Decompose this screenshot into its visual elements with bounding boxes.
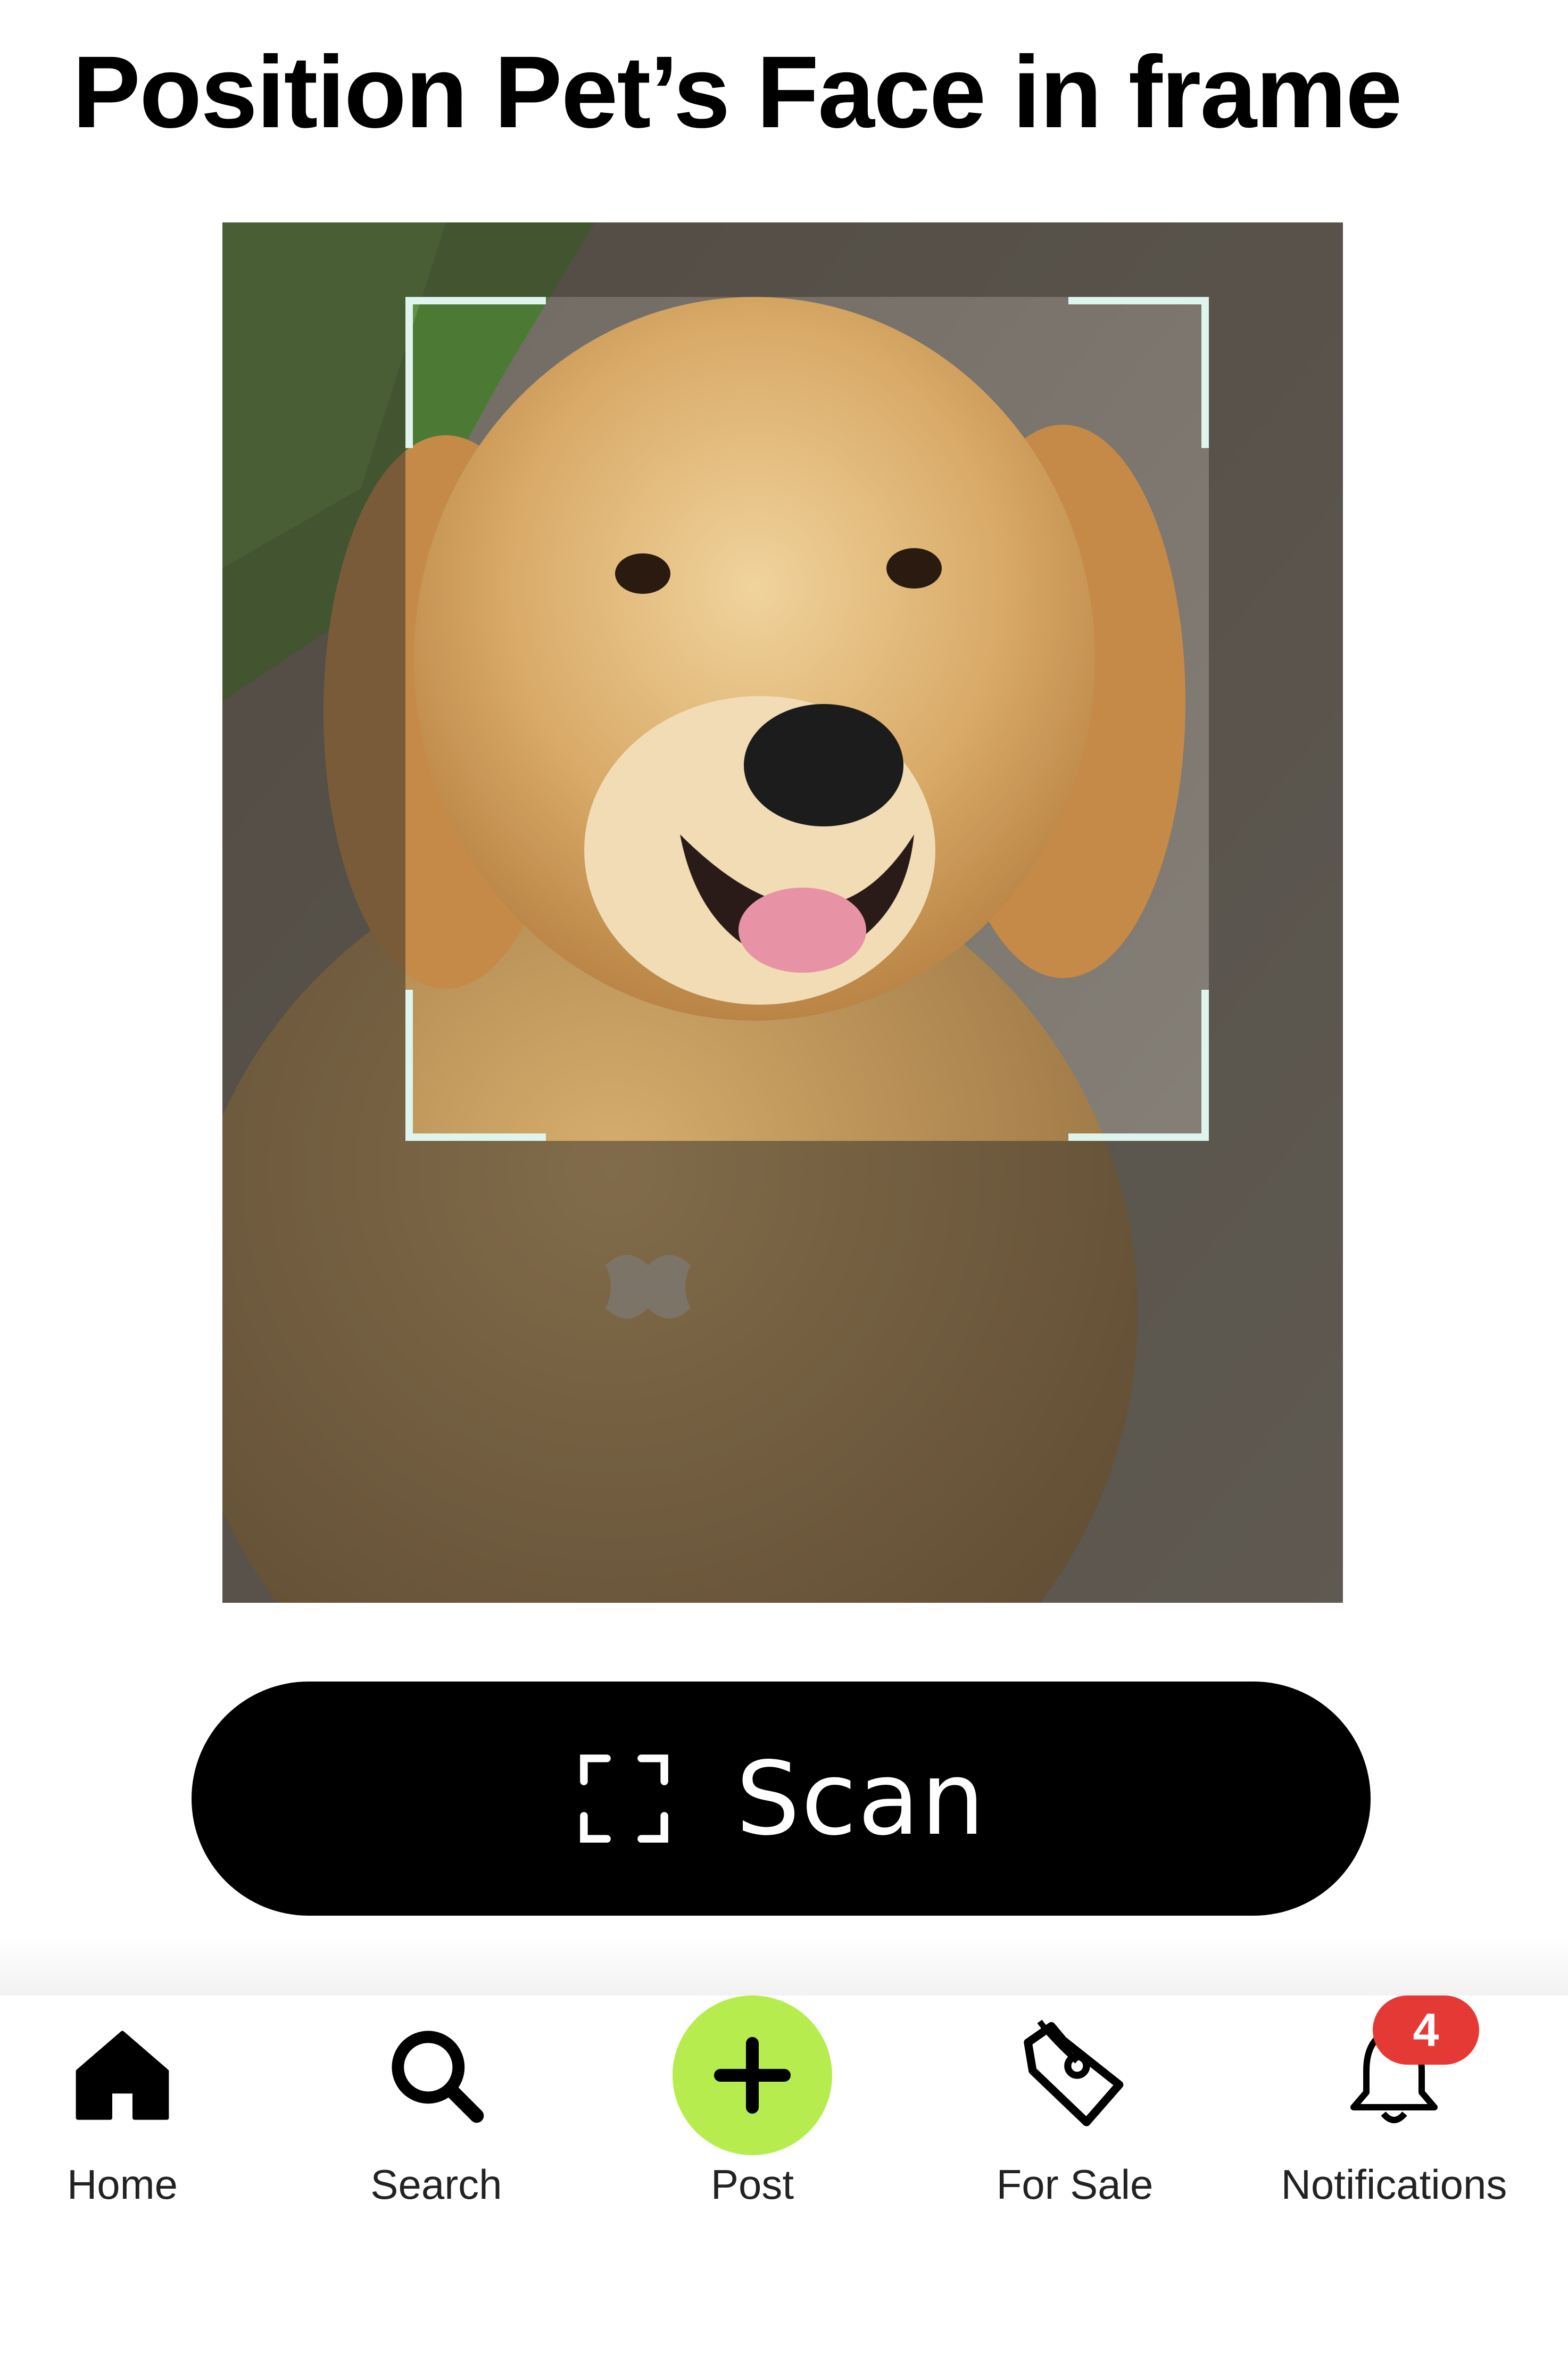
frame-corner-bottom-right bbox=[1068, 990, 1209, 1141]
nav-item-search[interactable]: Search bbox=[351, 1995, 521, 2262]
scan-frame-icon bbox=[580, 1754, 668, 1843]
frame-corner-top-right bbox=[1068, 297, 1209, 448]
bell-icon: 4 bbox=[1309, 1995, 1479, 2155]
nav-item-home[interactable]: Home bbox=[43, 1995, 202, 2262]
camera-viewfinder[interactable] bbox=[222, 222, 1343, 1603]
nav-label-for-sale: For Sale bbox=[996, 2161, 1154, 2208]
nav-label-search: Search bbox=[370, 2161, 502, 2208]
dim-overlay-top bbox=[222, 222, 1343, 297]
scan-button-label: Scan bbox=[736, 1740, 986, 1858]
nav-label-notifications: Notifications bbox=[1281, 2161, 1507, 2208]
search-icon bbox=[386, 1995, 487, 2155]
frame-corner-top-left bbox=[405, 297, 546, 448]
bottom-nav: Home Search Post For Sale 4 Notification… bbox=[0, 1995, 1568, 2360]
nav-label-home: Home bbox=[67, 2161, 178, 2208]
nav-label-post: Post bbox=[710, 2161, 794, 2208]
nav-item-for-sale[interactable]: For Sale bbox=[974, 1995, 1176, 2262]
notification-badge: 4 bbox=[1373, 1995, 1479, 2065]
nav-item-post[interactable]: Post bbox=[673, 1995, 832, 2262]
plus-icon bbox=[714, 2037, 791, 2114]
home-icon bbox=[72, 1995, 173, 2155]
nav-item-notifications[interactable]: 4 Notifications bbox=[1256, 1995, 1532, 2262]
dim-overlay-bottom bbox=[222, 1141, 1343, 1603]
page-title: Position Pet’s Face in frame bbox=[72, 35, 1403, 149]
dim-overlay-right bbox=[1209, 297, 1343, 1141]
dim-overlay-left bbox=[222, 297, 405, 1141]
post-circle bbox=[673, 1995, 832, 2155]
bottom-nav-shadow bbox=[0, 1937, 1568, 1995]
frame-corner-bottom-left bbox=[405, 990, 546, 1141]
price-tag-icon bbox=[1016, 1995, 1133, 2155]
scan-button[interactable]: Scan bbox=[192, 1682, 1371, 1916]
